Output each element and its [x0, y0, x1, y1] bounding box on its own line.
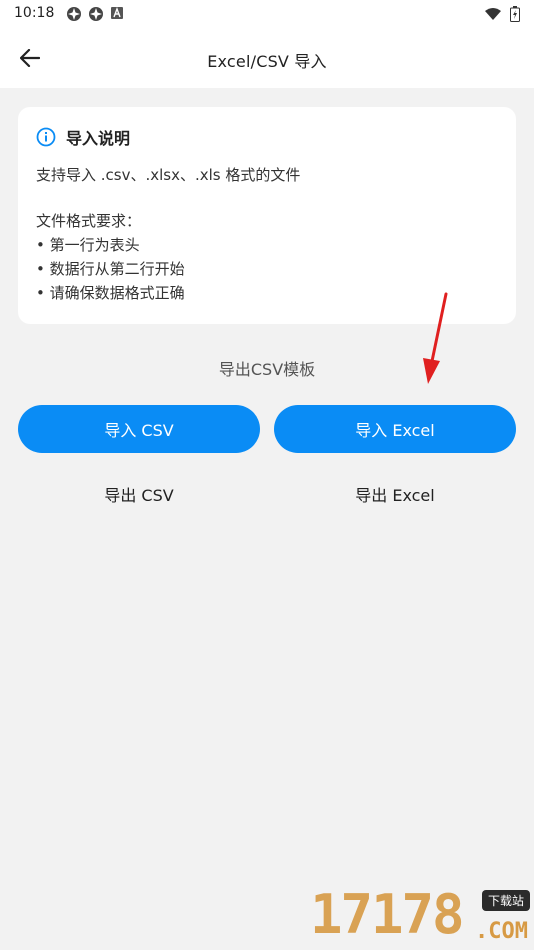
import-csv-button[interactable]: 导入 CSV	[18, 405, 260, 453]
a-box-icon	[111, 7, 123, 19]
export-csv-button[interactable]: 导出 CSV	[18, 482, 260, 506]
requirement-item: • 数据行从第二行开始	[36, 260, 185, 278]
pinwheel-icon	[67, 7, 81, 21]
app-bar: Excel/CSV 导入	[0, 28, 534, 88]
watermark-suffix: .COM	[475, 919, 528, 944]
requirement-item: • 第一行为表头	[36, 236, 140, 254]
export-excel-button[interactable]: 导出 Excel	[274, 482, 516, 506]
battery-icon	[510, 6, 520, 22]
status-notification-icons	[66, 6, 124, 22]
page-title: Excel/CSV 导入	[207, 52, 327, 71]
watermark-digits: 17178	[310, 883, 465, 946]
card-header: 导入说明	[36, 125, 498, 149]
wifi-icon	[485, 8, 501, 20]
watermark-tag: 下载站	[481, 890, 530, 911]
info-circle-icon	[36, 127, 56, 147]
requirements-title: 文件格式要求：	[36, 212, 142, 230]
status-system-icons	[484, 6, 520, 22]
annotation-arrow-icon	[423, 292, 448, 384]
import-excel-button[interactable]: 导入 Excel	[274, 405, 516, 453]
site-watermark: 17178 下载站 .COM	[310, 883, 530, 946]
supported-formats-text: 支持导入 .csv、.xlsx、.xls 格式的文件	[36, 166, 301, 184]
status-bar: 10:18	[0, 0, 534, 28]
card-title: 导入说明	[66, 129, 131, 148]
status-time: 10:18	[14, 5, 55, 21]
pinwheel-icon	[89, 7, 103, 21]
